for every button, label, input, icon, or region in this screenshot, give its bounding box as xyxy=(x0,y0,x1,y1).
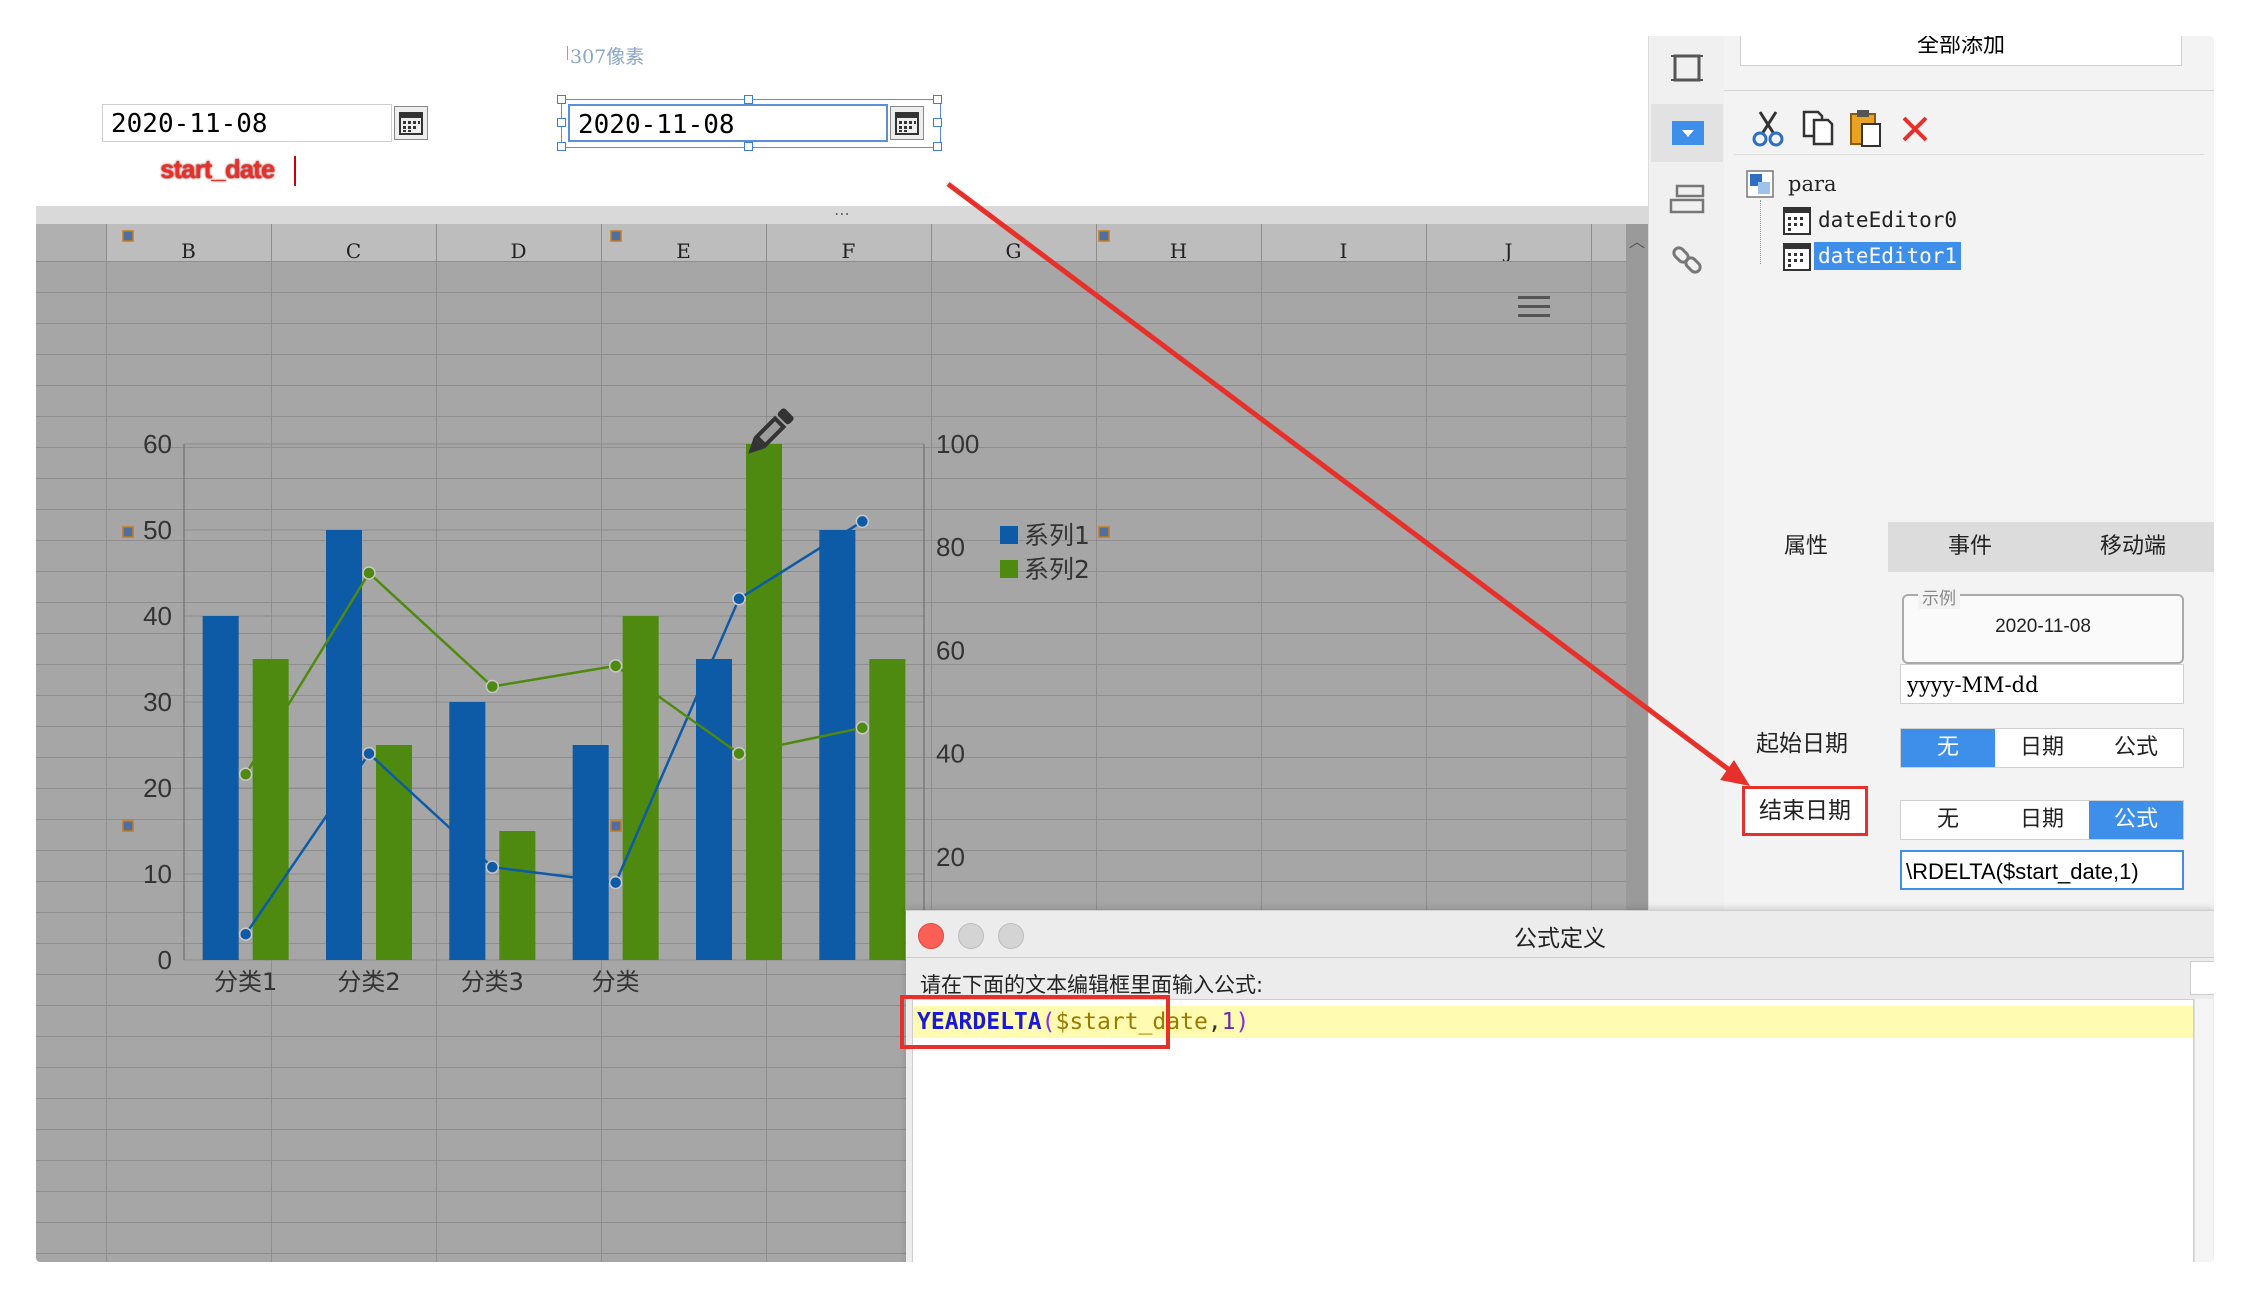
annotation-arrow xyxy=(946,182,1750,786)
designer-window: 307像素 2020-11-08 start_date 2020-11-08 ⋯… xyxy=(36,36,2214,1262)
